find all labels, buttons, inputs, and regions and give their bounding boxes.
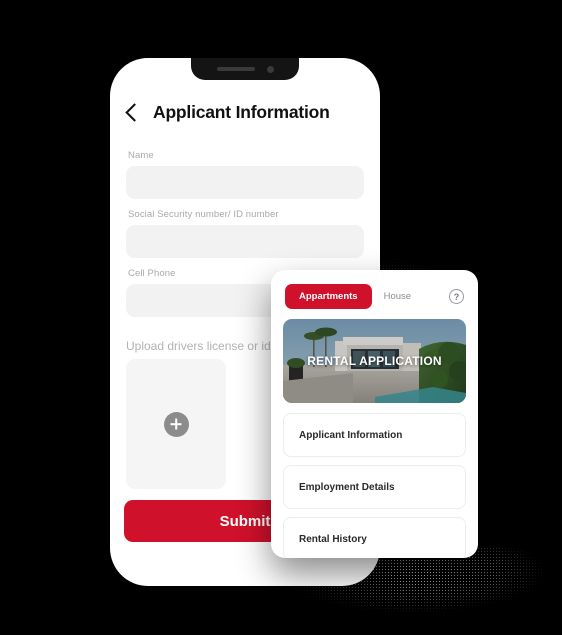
mockup-canvas: Applicant Information Name Social Securi…: [0, 0, 562, 635]
tab-appartments[interactable]: Appartments: [285, 284, 372, 309]
plus-icon[interactable]: [163, 411, 189, 437]
list-item-rental-history[interactable]: Rental History: [283, 517, 466, 558]
front-camera-icon: [266, 65, 274, 73]
list-item-employment-details[interactable]: Employment Details: [283, 465, 466, 509]
card-tab-bar: Appartments House ?: [271, 270, 478, 319]
page-title: Applicant Information: [153, 101, 330, 122]
ssn-input[interactable]: [126, 225, 364, 258]
upload-dropzone[interactable]: [126, 359, 226, 489]
list-item-applicant-information[interactable]: Applicant Information: [283, 413, 466, 457]
application-section-list: Applicant Information Employment Details…: [271, 403, 478, 558]
name-input[interactable]: [126, 166, 364, 199]
question-mark-circle-icon[interactable]: ?: [449, 289, 464, 304]
phone-header: Applicant Information: [110, 88, 380, 136]
field-label-name: Name: [128, 150, 154, 161]
tab-house[interactable]: House: [382, 284, 413, 309]
field-label-ssn: Social Security number/ ID number: [128, 209, 279, 220]
phone-notch: [191, 58, 299, 80]
rental-application-card: Appartments House ? RENTAL APPLICATION A…: [271, 270, 478, 558]
speaker-grill-icon: [216, 67, 255, 71]
chevron-left-icon[interactable]: [125, 102, 144, 122]
hero-image: RENTAL APPLICATION: [283, 319, 466, 403]
hero-title: RENTAL APPLICATION: [307, 354, 442, 368]
